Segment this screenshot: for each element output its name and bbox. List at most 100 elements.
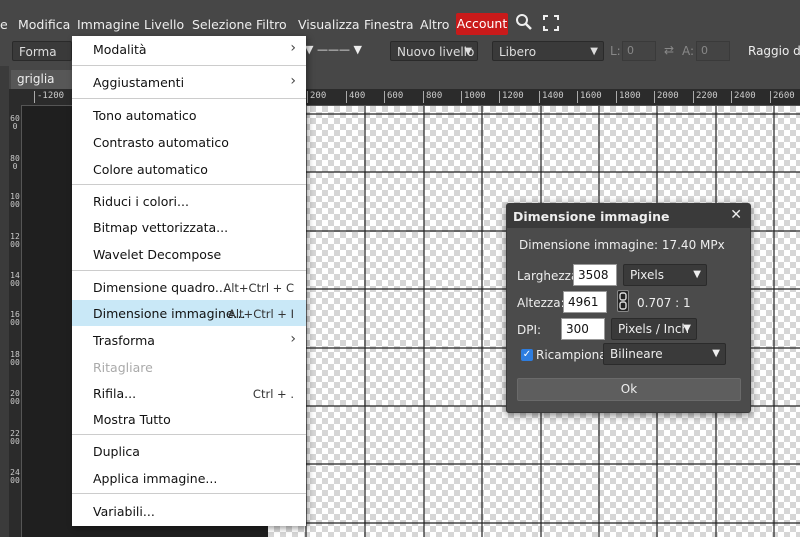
image-size-dialog: Dimensione immagine ✕ Dimensione immagin… — [506, 203, 751, 413]
layer-select[interactable]: Nuovo livello ▼ — [390, 41, 478, 61]
menu-filtro[interactable]: Filtro — [256, 17, 287, 32]
ruler-tick: 1600 — [10, 310, 20, 327]
menu-visualizza[interactable]: Visualizza — [298, 17, 360, 32]
a-input[interactable]: 0 — [696, 41, 730, 61]
menu-divider — [72, 270, 306, 271]
dialog-title-bar[interactable]: Dimensione immagine ✕ — [507, 204, 750, 228]
menu-item-applica-immagine[interactable]: Applica immagine... — [72, 465, 306, 491]
ruler-tick: 600 — [384, 91, 403, 103]
height-input[interactable]: 4961 — [563, 291, 607, 313]
menu-immagine[interactable]: Immagine — [77, 17, 140, 32]
menu-item-wavelet-decompose[interactable]: Wavelet Decompose — [72, 241, 306, 267]
menu-item-label: Riduci i colori... — [93, 194, 189, 209]
menu-item-label: Aggiustamenti — [93, 75, 185, 90]
ruler-tick: 1400 — [539, 91, 564, 103]
swap-icon[interactable]: ⇄ — [664, 43, 674, 57]
fullscreen-icon[interactable] — [543, 15, 559, 34]
ruler-tick: 2200 — [10, 429, 20, 446]
aspect-ratio: 0.707 : 1 — [637, 296, 691, 310]
chevron-right-icon: › — [290, 331, 296, 347]
menu-divider — [72, 493, 306, 494]
ruler-tick: 200 — [307, 91, 326, 103]
menu-finestra[interactable]: Finestra — [364, 17, 414, 32]
mode-select[interactable]: Libero ▼ — [492, 41, 604, 61]
menu-divider — [72, 184, 306, 185]
width-unit-select[interactable]: Pixels ▼ — [623, 264, 707, 286]
menu-divider — [72, 98, 306, 99]
ruler-tick: 2200 — [693, 91, 718, 103]
ruler-tick: 1200 — [10, 232, 20, 249]
menu-item-bitmap-vettorizzata[interactable]: Bitmap vettorizzata... — [72, 214, 306, 240]
width-input[interactable]: 3508 — [573, 264, 617, 286]
dpi-unit-select[interactable]: Pixels / Inch ▼ — [611, 318, 697, 340]
ruler-tick: -1200 — [34, 91, 64, 103]
ruler-tick: 600 — [10, 114, 20, 131]
menu-item-ritagliare: Ritagliare — [72, 354, 306, 380]
ruler-tick: 2400 — [10, 468, 20, 485]
ruler-tick: 1200 — [499, 91, 524, 103]
menu-modifica[interactable]: Modifica — [18, 17, 70, 32]
chevron-down-icon: ▼ — [693, 269, 701, 280]
menu-item-shortcut: Alt+Ctrl + C — [223, 281, 294, 295]
width-unit-value: Pixels — [630, 268, 665, 282]
menu-item-tono-automatico[interactable]: Tono automatico — [72, 102, 306, 128]
menu-livello[interactable]: Livello — [144, 17, 184, 32]
dpi-input[interactable]: 300 — [561, 318, 605, 340]
a-label: A: — [682, 44, 695, 58]
close-icon[interactable]: ✕ — [730, 207, 742, 223]
resample-method-value: Bilineare — [610, 347, 663, 361]
account-button[interactable]: Account — [456, 13, 508, 35]
resample-method-select[interactable]: Bilineare ▼ — [603, 343, 726, 365]
menu-item-rifila[interactable]: Rifila... Ctrl + . — [72, 380, 306, 406]
stroke-style-dropdown-icon[interactable]: ▼ ——— ▼ — [305, 43, 362, 56]
menu-item-shortcut: Alt+Ctrl + I — [227, 307, 294, 321]
menu-item-contrasto-automatico[interactable]: Contrasto automatico — [72, 129, 306, 155]
ruler-tick: 2400 — [731, 91, 756, 103]
ok-button[interactable]: Ok — [517, 378, 741, 401]
menu-item-modalita[interactable]: Modalità › — [72, 36, 306, 62]
shape-select[interactable]: Forma — [12, 41, 72, 61]
resample-checkbox[interactable]: ✓ — [521, 349, 533, 361]
menu-selezione[interactable]: Selezione — [192, 17, 252, 32]
menu-file[interactable]: e — [0, 17, 8, 32]
menu-item-duplica[interactable]: Duplica — [72, 438, 306, 464]
menu-item-variabili[interactable]: Variabili... — [72, 498, 306, 524]
menu-item-label: Trasforma — [93, 333, 155, 348]
menu-item-dimensione-immagine[interactable]: Dimensione immagine... Alt+Ctrl + I — [72, 300, 306, 326]
menu-item-trasforma[interactable]: Trasforma › — [72, 327, 306, 353]
menu-item-label: Applica immagine... — [93, 471, 218, 486]
menu-item-label: Duplica — [93, 444, 140, 459]
image-menu: Modalità › Aggiustamenti › Tono automati… — [72, 36, 306, 526]
menu-item-label: Colore automatico — [93, 162, 208, 177]
menu-item-mostra-tutto[interactable]: Mostra Tutto — [72, 406, 306, 432]
document-tab[interactable]: griglia A3.p — [11, 70, 81, 105]
menu-altro[interactable]: Altro — [420, 17, 449, 32]
l-input[interactable]: 0 — [622, 41, 656, 61]
chevron-down-icon: ▼ — [464, 46, 472, 57]
ruler-tick: 2000 — [10, 389, 20, 406]
ruler-tick: 2600 — [770, 91, 795, 103]
search-icon[interactable] — [515, 13, 533, 34]
menu-item-label: Dimensione immagine... — [93, 306, 246, 321]
menu-item-shortcut: Ctrl + . — [252, 387, 294, 401]
menu-item-dimensione-quadro[interactable]: Dimensione quadro... Alt+Ctrl + C — [72, 274, 306, 300]
image-size-info: Dimensione immagine: 17.40 MPx — [519, 238, 725, 252]
menu-item-riduci-colori[interactable]: Riduci i colori... — [72, 188, 306, 214]
menu-item-aggiustamenti[interactable]: Aggiustamenti › — [72, 69, 306, 95]
ruler-tick: 2000 — [654, 91, 679, 103]
height-label: Altezza: — [517, 296, 565, 310]
menu-item-colore-automatico[interactable]: Colore automatico — [72, 156, 306, 182]
chevron-down-icon: ▼ — [590, 46, 598, 57]
l-label: L: — [610, 44, 621, 58]
vertical-ruler: 600 800 1000 1200 1400 1600 1800 2000 22… — [9, 105, 22, 537]
ruler-tick: 1600 — [577, 91, 602, 103]
ruler-tick: 1000 — [10, 192, 20, 209]
menu-item-label: Wavelet Decompose — [93, 247, 222, 262]
menu-item-label: Variabili... — [93, 504, 155, 519]
menu-item-label: Dimensione quadro... — [93, 280, 227, 295]
ruler-tick: 800 — [10, 154, 20, 171]
link-ratio-icon[interactable] — [617, 290, 629, 312]
menu-divider — [72, 434, 306, 435]
menu-item-label: Bitmap vettorizzata... — [93, 220, 229, 235]
menu-divider — [72, 65, 306, 66]
